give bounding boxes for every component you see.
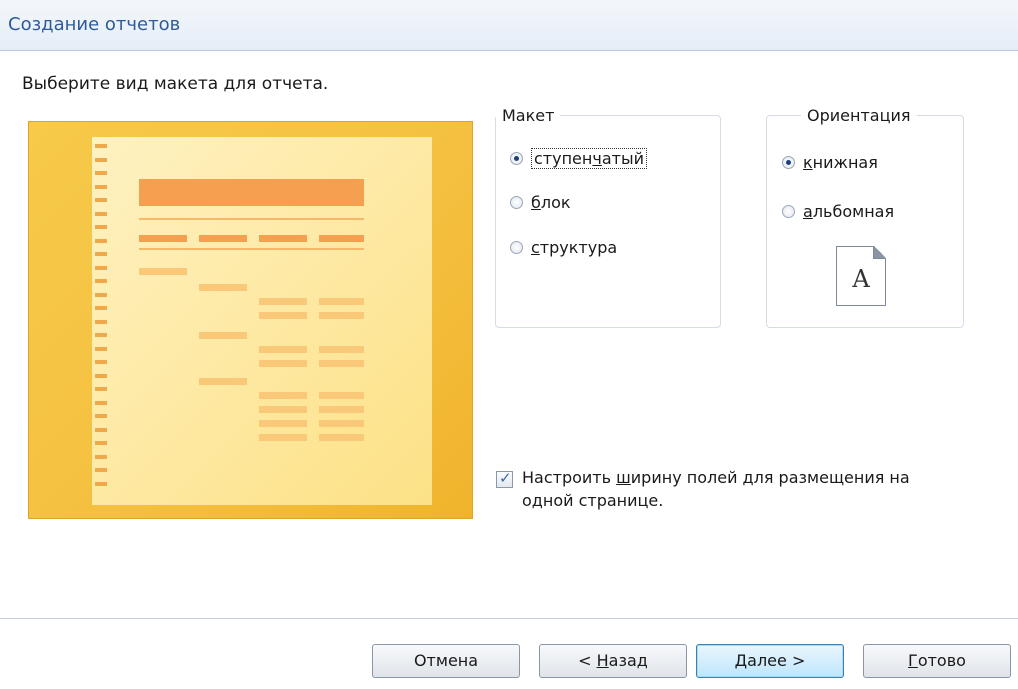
orientation-radio-portrait-label: книжная: [803, 153, 878, 172]
preview-detail: [319, 360, 364, 367]
layout-radio-outline[interactable]: структура: [510, 238, 617, 257]
finish-button-label: Готово: [908, 651, 966, 670]
page-edge-tick: [95, 346, 107, 351]
page-letter: A: [852, 265, 870, 293]
orientation-radio-landscape-label: альбомная: [803, 202, 895, 221]
cancel-button[interactable]: Отмена: [372, 644, 520, 678]
checkbox-icon[interactable]: ✓: [496, 469, 513, 488]
page-edge-tick: [95, 144, 107, 148]
page-edge-tick: [95, 157, 107, 162]
preview-title-bar: [139, 179, 364, 206]
page-edge-tick: [95, 198, 107, 202]
layout-group-legend: Макет: [502, 106, 555, 125]
preview-detail: [259, 420, 307, 427]
radio-button-icon[interactable]: [782, 205, 795, 218]
page-edge-tick: [95, 265, 107, 270]
preview-detail: [319, 406, 364, 413]
footer-separator: [0, 618, 1018, 619]
page-edge-tick: [95, 306, 107, 310]
page-edge-tick: [95, 441, 107, 445]
page-edge-tick: [95, 454, 107, 459]
page-edge-tick: [95, 481, 107, 486]
title-bar: Создание отчетов: [0, 0, 1018, 51]
preview-detail: [259, 360, 307, 367]
page-edge-tick: [95, 225, 107, 229]
preview-detail: [259, 298, 307, 305]
fit-width-checkbox-label: Настроить ширину полей для размещения на…: [522, 468, 910, 510]
back-button[interactable]: < Назад: [539, 644, 687, 678]
fit-width-checkbox[interactable]: ✓ Настроить ширину полей для размещения …: [496, 466, 976, 512]
preview-rule: [139, 218, 364, 220]
layout-group: Макет: [495, 106, 721, 328]
preview-detail: [259, 434, 307, 441]
instruction-text: Выберите вид макета для отчета.: [22, 74, 329, 94]
preview-header-cell: [139, 235, 187, 242]
checkmark-icon: ✓: [499, 469, 512, 487]
layout-radio-block[interactable]: блок: [510, 193, 571, 212]
preview-header-cell: [319, 235, 364, 242]
page-edge-tick: [95, 400, 107, 405]
preview-detail: [319, 346, 364, 353]
layout-radio-outline-label: структура: [531, 238, 618, 257]
layout-radio-stepped-label: ступенчатый: [531, 148, 647, 169]
page-edge-tick: [95, 238, 107, 243]
page-edge-tick: [95, 333, 107, 337]
page-edge-tick: [95, 252, 107, 256]
next-button[interactable]: Далее >: [696, 644, 844, 678]
finish-button[interactable]: Готово: [863, 644, 1011, 678]
preview-detail: [259, 406, 307, 413]
preview-detail: [259, 392, 307, 399]
portrait-page-icon: A: [836, 246, 886, 306]
orientation-radio-portrait[interactable]: книжная: [782, 153, 878, 172]
layout-radio-stepped[interactable]: ступенчатый: [510, 148, 647, 169]
preview-detail: [319, 392, 364, 399]
preview-detail: [319, 312, 364, 319]
preview-rule: [139, 248, 364, 250]
page-edge-tick: [95, 468, 107, 472]
radio-button-icon[interactable]: [782, 156, 795, 169]
preview-header-cell: [259, 235, 307, 242]
preview-group-2: [199, 378, 247, 385]
page-edge-tick: [95, 387, 107, 391]
preview-group-1: [139, 268, 187, 275]
page-edge-tick: [95, 414, 107, 418]
radio-button-icon[interactable]: [510, 152, 523, 165]
next-button-label: Далее >: [734, 651, 806, 670]
preview-detail: [319, 434, 364, 441]
page-fold-icon: [873, 246, 886, 259]
radio-button-icon[interactable]: [510, 241, 523, 254]
preview-detail: [259, 346, 307, 353]
page-edge-tick: [95, 171, 107, 175]
preview-detail: [259, 312, 307, 319]
preview-header-cell: [199, 235, 247, 242]
preview-detail: [319, 298, 364, 305]
radio-button-icon[interactable]: [510, 196, 523, 209]
layout-radio-block-label: блок: [531, 193, 571, 212]
page-edge-tick: [95, 360, 107, 364]
window-title: Создание отчетов: [8, 14, 181, 35]
orientation-group-legend: Ориентация: [807, 106, 911, 125]
page-edge-tick: [95, 292, 107, 297]
page-edge-tick: [95, 211, 107, 216]
back-button-label: < Назад: [578, 651, 648, 670]
orientation-radio-landscape[interactable]: альбомная: [782, 202, 894, 221]
page-edge-tick: [95, 184, 107, 189]
preview-group-2: [199, 284, 247, 291]
page-edge-tick: [95, 373, 107, 378]
page-edge-tick: [95, 279, 107, 283]
page-edge-tick: [95, 427, 107, 432]
preview-detail: [319, 420, 364, 427]
page-edge-tick: [95, 319, 107, 324]
layout-preview-image: [28, 121, 473, 519]
cancel-button-label: Отмена: [413, 651, 479, 670]
preview-group-2: [199, 332, 247, 339]
